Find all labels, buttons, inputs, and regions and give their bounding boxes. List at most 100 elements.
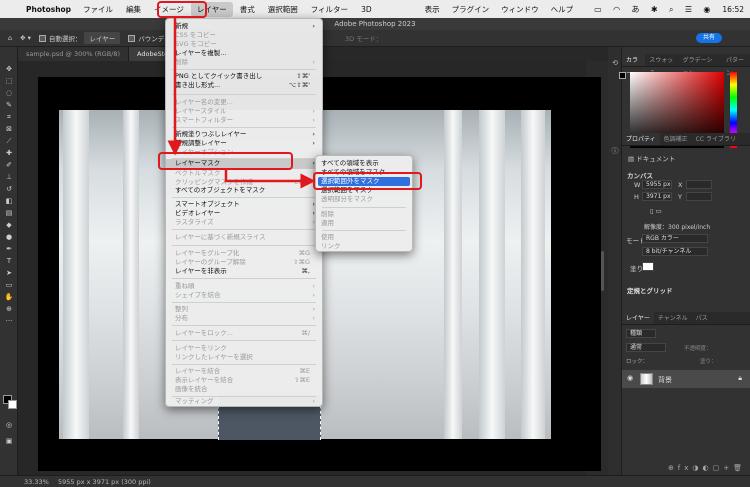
clock[interactable]: 16:52	[722, 5, 744, 14]
zoom-tool-icon[interactable]: ⊕	[0, 303, 18, 315]
marquee-tool-icon[interactable]: ⬚	[0, 75, 18, 87]
move-tool-icon[interactable]: ✥ ▾	[20, 34, 31, 42]
layer-name[interactable]: 背景	[658, 375, 672, 385]
layer-row-background[interactable]: ◉ 背景 🔒︎	[622, 370, 750, 388]
fill-swatch[interactable]	[642, 262, 654, 271]
menu-plugins[interactable]: プラグイン	[452, 4, 490, 15]
menu-type[interactable]: 書式	[240, 4, 255, 15]
submenu-item-enable[interactable]: 使用	[321, 233, 406, 242]
quick-select-icon[interactable]: ✎	[0, 99, 18, 111]
keyboard-icon[interactable]: あ	[631, 5, 639, 14]
menu-item-matting[interactable]: マッティング ›	[175, 397, 316, 406]
menu-item-hide-layer[interactable]: レイヤーを非表示 ⌘,	[175, 267, 316, 276]
eye-icon[interactable]: ◉	[627, 374, 633, 382]
submenu-item-from-transparency[interactable]: 透明部分をマスク	[321, 195, 406, 204]
bluetooth-icon[interactable]: ✱	[651, 5, 658, 14]
menu-item-new-adjustment-layer[interactable]: 新規調整レイヤー ›	[175, 139, 316, 148]
height-field[interactable]: 3971 px	[642, 192, 672, 201]
background-color[interactable]	[8, 400, 17, 409]
menu-item-export-as[interactable]: 書き出し形式... ⌥⇧⌘'	[175, 81, 316, 90]
menu-edit[interactable]: 編集	[126, 4, 141, 15]
blend-mode-select[interactable]: 通常	[626, 343, 666, 352]
menu-item-arrange[interactable]: 重ね順 ›	[175, 282, 316, 291]
menu-item-quick-export[interactable]: PNG としてクイック書き出し ⇧⌘'	[175, 72, 316, 81]
vertical-scrollbar[interactable]	[601, 251, 604, 291]
search-icon[interactable]: ⌕	[669, 5, 673, 14]
brush-tool-icon[interactable]: ✐	[0, 159, 18, 171]
menu-item-group[interactable]: レイヤーをグループ化 ⌘G	[175, 249, 316, 258]
eyedropper-icon[interactable]: ⟋	[0, 135, 18, 147]
tab-patterns[interactable]: パターン	[722, 54, 750, 77]
menu-item-merge-visible[interactable]: 表示レイヤーを結合 ⇧⌘E	[175, 376, 316, 385]
path-select-icon[interactable]: ➤	[0, 267, 18, 279]
menu-file[interactable]: ファイル	[83, 4, 113, 15]
menu-item-combine-shapes[interactable]: シェイプを結合 ›	[175, 291, 316, 300]
tab-color[interactable]: カラー	[622, 54, 646, 77]
auto-select-checkbox[interactable]	[38, 34, 46, 42]
menu-item-mask-all-objects[interactable]: すべてのオブジェクトをマスク	[175, 186, 316, 195]
menu-item-copy-css[interactable]: CSS をコピー	[175, 31, 316, 40]
screen-mode-icon[interactable]: ▣	[0, 435, 18, 447]
dodge-tool-icon[interactable]: ●	[0, 231, 18, 243]
menu-item-link-layers[interactable]: レイヤーをリンク	[175, 344, 316, 353]
menu-item-new[interactable]: 新規 ›	[175, 22, 316, 31]
battery-icon[interactable]: ▭	[594, 5, 602, 14]
menu-item-merge-layers[interactable]: レイヤーを結合 ⌘E	[175, 367, 316, 376]
menu-item-flatten[interactable]: 画像を統合	[175, 385, 316, 394]
mode-select[interactable]: RGB カラー	[642, 234, 708, 243]
blur-tool-icon[interactable]: ◆	[0, 219, 18, 231]
rulers-section-title[interactable]: 定規とグリッド	[627, 285, 673, 295]
menu-item-copy-svg[interactable]: SVG をコピー	[175, 40, 316, 49]
tab-paths[interactable]: パス	[692, 312, 712, 324]
tab-sample-psd[interactable]: sample.psd @ 300% (RGB/8)	[18, 47, 130, 61]
menu-item-rename[interactable]: レイヤー名の変更...	[175, 98, 316, 107]
menu-item-smart-filter[interactable]: スマートフィルター ›	[175, 116, 316, 125]
menu-item-align[interactable]: 整列 ›	[175, 305, 316, 314]
tab-swatches[interactable]: スウォッチ	[645, 54, 678, 77]
menu-item-lock-layers[interactable]: レイヤーをロック... ⌘/	[175, 329, 316, 338]
menu-item-vector-mask[interactable]: ベクトルマスク ›	[175, 169, 316, 178]
menu-item-new-fill-layer[interactable]: 新規塗りつぶしレイヤー ›	[175, 130, 316, 139]
quick-mask-icon[interactable]: ◎	[0, 419, 18, 431]
home-icon[interactable]: ⌂	[8, 34, 12, 42]
tab-channels[interactable]: チャンネル	[654, 312, 692, 324]
y-field[interactable]	[686, 192, 712, 201]
submenu-item-reveal-all[interactable]: すべての領域を表示	[321, 159, 406, 168]
menu-item-distribute[interactable]: 分布 ›	[175, 314, 316, 323]
history-icon[interactable]: ⟲	[608, 57, 622, 70]
more-tools-icon[interactable]: ···	[0, 315, 18, 327]
history-brush-icon[interactable]: ↺	[0, 183, 18, 195]
eraser-icon[interactable]: ◧	[0, 195, 18, 207]
x-field[interactable]	[686, 180, 712, 189]
tab-properties[interactable]: プロパティ	[622, 133, 660, 145]
menu-select[interactable]: 選択範囲	[268, 4, 298, 15]
lasso-tool-icon[interactable]: ◌	[0, 87, 18, 99]
pen-tool-icon[interactable]: ✒	[0, 243, 18, 255]
crop-tool-icon[interactable]: ⌗	[0, 111, 18, 123]
bounding-box-checkbox[interactable]	[128, 34, 136, 42]
submenu-item-delete[interactable]: 削除	[321, 210, 406, 219]
tab-layers[interactable]: レイヤー	[622, 312, 654, 324]
gradient-tool-icon[interactable]: ▤	[0, 207, 18, 219]
stamp-tool-icon[interactable]: ⊥	[0, 171, 18, 183]
menu-filter[interactable]: フィルター	[311, 4, 348, 15]
wifi-icon[interactable]: ◠	[613, 5, 620, 14]
tab-cc-libraries[interactable]: CC ライブラリ	[692, 133, 740, 145]
menu-item-smart-object[interactable]: スマートオブジェクト ›	[175, 200, 316, 209]
menu-item-ungroup[interactable]: レイヤーのグループ解除 ⇧⌘G	[175, 258, 316, 267]
control-center-icon[interactable]: ☰	[685, 5, 692, 14]
menu-view[interactable]: 表示	[425, 4, 440, 15]
menu-item-delete[interactable]: 削除 ›	[175, 58, 316, 67]
menu-item-video-layer[interactable]: ビデオレイヤー ›	[175, 209, 316, 218]
menu-item-new-slice[interactable]: レイヤーに基づく新規スライス	[175, 233, 316, 242]
healing-brush-icon[interactable]: ✚	[0, 147, 18, 159]
submenu-item-apply[interactable]: 適用	[321, 219, 406, 228]
share-button[interactable]: 共有	[696, 33, 722, 43]
move-tool-icon[interactable]: ✥	[0, 63, 18, 75]
auto-select-dropdown[interactable]: レイヤー	[84, 32, 121, 44]
type-tool-icon[interactable]: T	[0, 255, 18, 267]
layer-kind-filter[interactable]: 種類	[626, 329, 656, 338]
menu-item-rasterize[interactable]: ラスタライズ ›	[175, 218, 316, 227]
info-icon[interactable]: ⓘ	[608, 145, 622, 158]
bit-depth-select[interactable]: 8 bit/チャンネル	[642, 247, 708, 256]
